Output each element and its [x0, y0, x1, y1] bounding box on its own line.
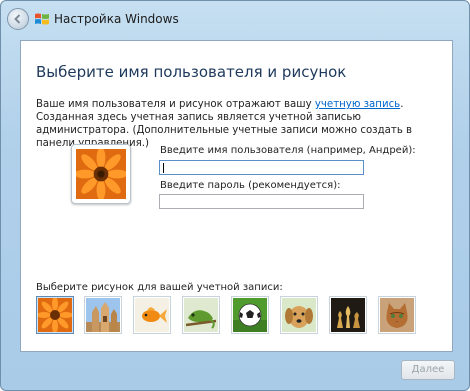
username-input[interactable] [159, 160, 364, 175]
description-text: Ваше имя пользователя и рисунок отражают… [36, 98, 441, 150]
orange-flower-avatar-icon [74, 147, 128, 201]
goldfish-icon [135, 298, 169, 332]
next-button[interactable]: Далее [401, 360, 455, 380]
orange-flower-icon [38, 298, 72, 332]
picture-option-goldfish[interactable] [133, 296, 171, 334]
kitten-icon [380, 298, 414, 332]
soccer-ball-icon [233, 298, 267, 332]
footer-bar: Далее [1, 351, 469, 390]
window-title: Настройка Windows [54, 12, 179, 26]
password-label: Введите пароль (рекомендуется): [160, 180, 341, 191]
desc-text-start: Ваше имя пользователя и рисунок отражают… [36, 99, 315, 110]
picture-option-chess[interactable] [329, 296, 367, 334]
windows-logo-icon [35, 13, 49, 25]
picture-option-soccer-ball[interactable] [231, 296, 269, 334]
picture-option-chameleon[interactable] [182, 296, 220, 334]
pictures-label: Выберите рисунок для вашей учетной запис… [36, 282, 283, 293]
setup-window: Настройка Windows Выберите имя пользоват… [0, 0, 470, 391]
chameleon-icon [184, 298, 218, 332]
username-label: Введите имя пользователя (например, Андр… [160, 145, 416, 156]
chess-pieces-icon [331, 298, 365, 332]
back-button[interactable] [7, 8, 29, 30]
temple-icon [86, 298, 120, 332]
puppy-icon [282, 298, 316, 332]
title-bar: Настройка Windows [1, 1, 469, 39]
text-caret [163, 163, 164, 173]
picture-option-temple[interactable] [84, 296, 122, 334]
back-arrow-icon [14, 14, 21, 24]
picture-option-puppy[interactable] [280, 296, 318, 334]
password-input[interactable] [159, 194, 364, 209]
account-link[interactable]: учетную запись [315, 99, 400, 110]
content-panel: Выберите имя пользователя и рисунок Ваше… [20, 40, 453, 352]
avatar-preview [71, 144, 131, 204]
picture-option-kitten[interactable] [378, 296, 416, 334]
picture-option-orange-flower[interactable] [36, 296, 74, 334]
picture-picker [36, 296, 446, 336]
page-title: Выберите имя пользователя и рисунок [36, 63, 347, 81]
